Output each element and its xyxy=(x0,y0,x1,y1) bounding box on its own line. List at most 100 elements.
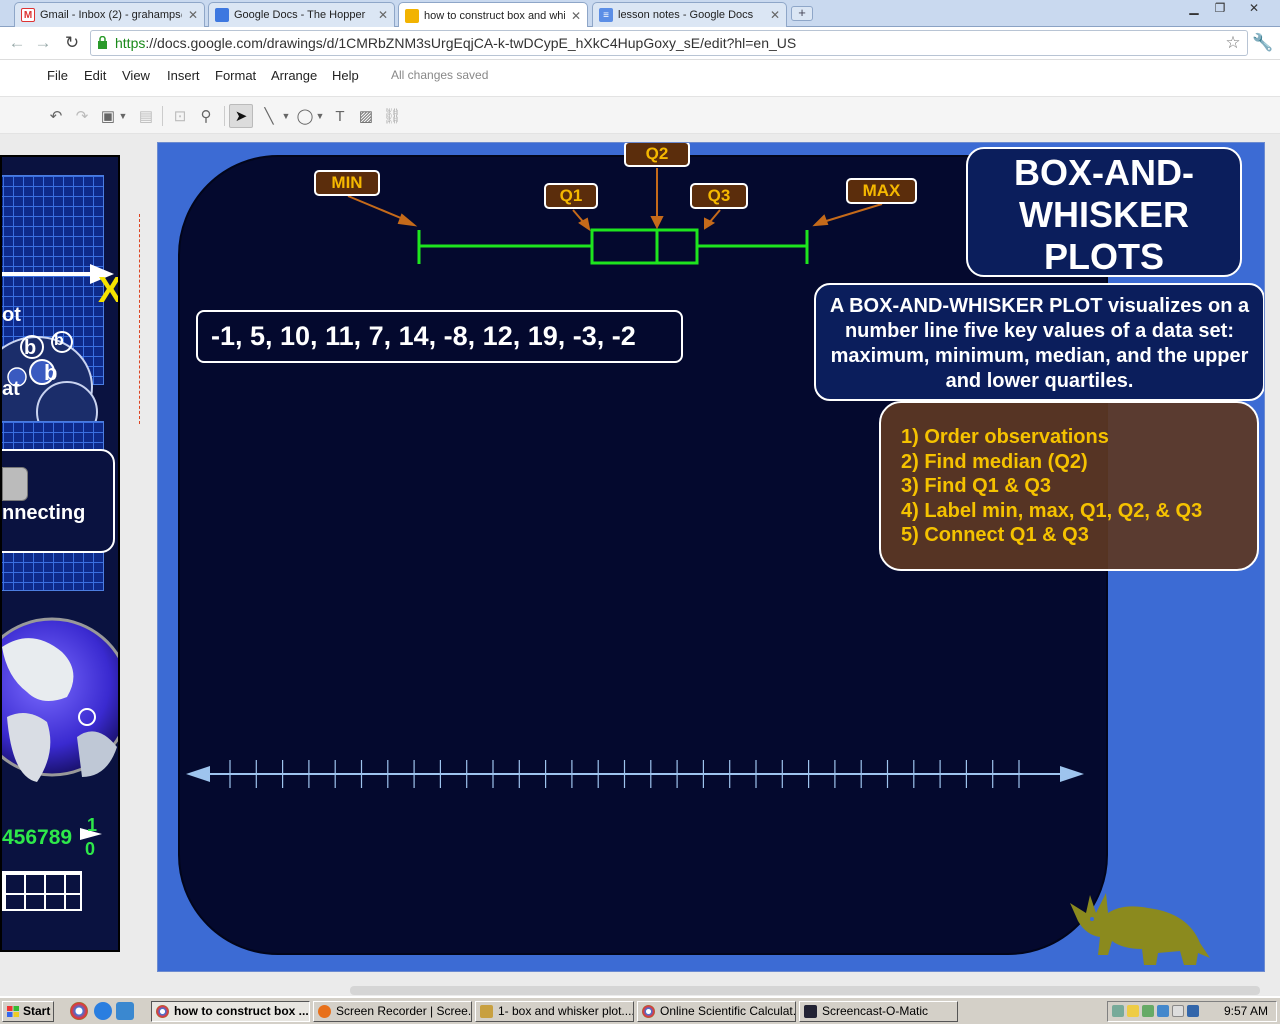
close-tab-icon[interactable]: ✕ xyxy=(770,8,780,22)
step-4: 4) Label min, max, Q1, Q2, & Q3 xyxy=(901,499,1203,522)
windows-taskbar: Start how to construct box ... Screen Re… xyxy=(0,997,1280,1024)
min-arrow xyxy=(347,195,409,222)
shape-dropdown-icon[interactable]: ▼ xyxy=(313,104,327,128)
menu-help[interactable]: Help xyxy=(332,68,359,83)
link-icon[interactable]: ⛓ xyxy=(380,104,404,128)
close-tab-icon[interactable]: ✕ xyxy=(378,8,388,22)
drawing-toolbar: ↶ ↷ ▣ ▼ ▤ ⊡ ⚲ ➤ ╲ ▼ ◯ ▼ T ▨ ⛓ xyxy=(0,96,1280,134)
menu-insert[interactable]: Insert xyxy=(167,68,200,83)
taskbar-item-calculator[interactable]: Online Scientific Calculat... xyxy=(637,1001,796,1022)
taskbar-item-screen-recorder[interactable]: Screen Recorder | Scree... xyxy=(313,1001,472,1022)
peek-table-grid xyxy=(2,871,82,911)
address-bar[interactable]: https://docs.google.com/drawings/d/1CMRb… xyxy=(90,30,1248,56)
drawing-canvas[interactable]: MIN Q1 Q2 Q3 MAX -1, 5, 10, 11, 7, 14, -… xyxy=(157,142,1265,972)
max-label: MAX xyxy=(846,178,917,204)
screencast-icon xyxy=(804,1005,817,1018)
taskbar-item-label: Screencast-O-Matic xyxy=(822,1004,929,1018)
image-icon[interactable]: ▨ xyxy=(354,104,378,128)
url-scheme: https xyxy=(115,35,146,51)
tray-volume-icon[interactable] xyxy=(1187,1005,1199,1017)
step-3: 3) Find Q1 & Q3 xyxy=(901,475,1052,498)
tray-security-icon[interactable] xyxy=(1172,1005,1184,1017)
tab-google-docs-hopper[interactable]: Google Docs - The Hopper ✕ xyxy=(208,2,395,27)
step-1: 1) Order observations xyxy=(901,426,1109,448)
forward-icon[interactable]: → xyxy=(32,33,54,53)
tab-label: lesson notes - Google Docs xyxy=(618,9,754,21)
earth-globe-image xyxy=(2,617,118,782)
zoom-icon[interactable]: ⚲ xyxy=(194,104,218,128)
toolbar-separator xyxy=(224,106,225,126)
bubble-letter: b xyxy=(24,337,37,359)
title-line-1: BOX-AND- xyxy=(1014,152,1194,193)
reload-icon[interactable]: ↻ xyxy=(61,33,83,53)
line-dropdown-icon[interactable]: ▼ xyxy=(279,104,293,128)
line-icon[interactable]: ╲ xyxy=(257,104,281,128)
gmail-icon: M xyxy=(21,8,35,22)
start-button[interactable]: Start xyxy=(2,1001,54,1022)
browser-tab-strip: M Gmail - Inbox (2) - grahamps@ ✕ Google… xyxy=(0,0,1280,28)
select-icon[interactable]: ➤ xyxy=(229,104,253,128)
close-window-icon[interactable]: ✕ xyxy=(1240,1,1268,17)
close-tab-icon[interactable]: ✕ xyxy=(571,9,581,23)
right-arrowhead xyxy=(1060,766,1084,782)
side-panel-handle[interactable] xyxy=(2,467,28,501)
tab-label: how to construct box and whis xyxy=(424,9,565,22)
adjacent-drawing[interactable]: X b b b ot at e nnecting xyxy=(0,155,120,952)
bubble-letter: b xyxy=(44,360,58,385)
q3-label: Q3 xyxy=(690,183,748,209)
dataset-textbox: -1, 5, 10, 11, 7, 14, -8, 12, 19, -3, -2 xyxy=(196,310,683,363)
tray-bulb-icon[interactable] xyxy=(1127,1005,1139,1017)
ie-quicklaunch-icon[interactable] xyxy=(94,1002,112,1020)
chrome-quicklaunch-icon[interactable] xyxy=(70,1002,88,1020)
definition-box: A BOX-AND-WHISKER PLOT visualizes on a n… xyxy=(814,283,1264,401)
q2-label: Q2 xyxy=(624,143,690,167)
star-icon[interactable]: ☆ xyxy=(1222,33,1244,53)
tray-shield-icon[interactable] xyxy=(1142,1005,1154,1017)
chrome-icon xyxy=(156,1005,169,1018)
horizontal-scrollbar[interactable] xyxy=(350,986,1260,995)
save-status: All changes saved xyxy=(391,68,489,82)
system-tray: 9:57 AM xyxy=(1107,1001,1277,1022)
taskbar-item-label: Online Scientific Calculat... xyxy=(660,1004,796,1018)
peek-text-at: at xyxy=(2,378,20,400)
title-line-3: PLOTS xyxy=(1043,236,1164,277)
menu-view[interactable]: View xyxy=(122,68,150,83)
taskbar-item-chrome[interactable]: how to construct box ... xyxy=(151,1001,310,1022)
q1-label: Q1 xyxy=(544,183,598,209)
wrench-icon[interactable]: 🔧 xyxy=(1252,33,1274,53)
tab-label: Gmail - Inbox (2) - grahamps@ xyxy=(40,9,182,21)
taskbar-item-screencast[interactable]: Screencast-O-Matic xyxy=(799,1001,958,1022)
document-icon: ≡ xyxy=(599,8,613,22)
minimize-icon[interactable]: ▁ xyxy=(1184,1,1204,17)
menu-arrange[interactable]: Arrange xyxy=(271,68,317,83)
tab-drawing-active[interactable]: how to construct box and whis ✕ xyxy=(398,2,588,28)
zoom-fit-icon[interactable]: ⊡ xyxy=(168,104,192,128)
new-tab-button[interactable]: + xyxy=(791,6,813,21)
menu-file[interactable]: File xyxy=(47,68,68,83)
tab-gmail[interactable]: M Gmail - Inbox (2) - grahamps@ ✕ xyxy=(14,2,205,27)
restore-icon[interactable]: ❐ xyxy=(1208,1,1232,17)
close-tab-icon[interactable]: ✕ xyxy=(188,8,198,22)
back-icon[interactable]: ← xyxy=(6,33,28,53)
tray-network-icon[interactable] xyxy=(1112,1005,1124,1017)
tray-monitor-icon[interactable] xyxy=(1157,1005,1169,1017)
peek-digit-1: 1 xyxy=(87,815,98,835)
redo-icon[interactable]: ↷ xyxy=(70,104,94,128)
undo-icon[interactable]: ↶ xyxy=(44,104,68,128)
url-text: ://docs.google.com/drawings/d/1CMRbZNM3s… xyxy=(145,35,797,51)
taskbar-item-box-plot-file[interactable]: 1- box and whisker plot.... xyxy=(475,1001,634,1022)
bubble-letter: b xyxy=(54,332,64,349)
min-label: MIN xyxy=(314,170,380,196)
box xyxy=(590,228,699,265)
toolbar-separator xyxy=(162,106,163,126)
desktop-quicklaunch-icon[interactable] xyxy=(116,1002,134,1020)
taskbar-item-label: 1- box and whisker plot.... xyxy=(498,1004,634,1018)
paint-format-icon[interactable]: ▤ xyxy=(134,104,158,128)
firefox-icon xyxy=(318,1005,331,1018)
menu-format[interactable]: Format xyxy=(215,68,256,83)
textbox-icon[interactable]: T xyxy=(328,104,352,128)
menu-edit[interactable]: Edit xyxy=(84,68,106,83)
title-box: BOX-AND- WHISKER PLOTS xyxy=(966,147,1242,277)
paste-dropdown-icon[interactable]: ▼ xyxy=(116,104,130,128)
tab-lesson-notes[interactable]: ≡ lesson notes - Google Docs ✕ xyxy=(592,2,787,27)
